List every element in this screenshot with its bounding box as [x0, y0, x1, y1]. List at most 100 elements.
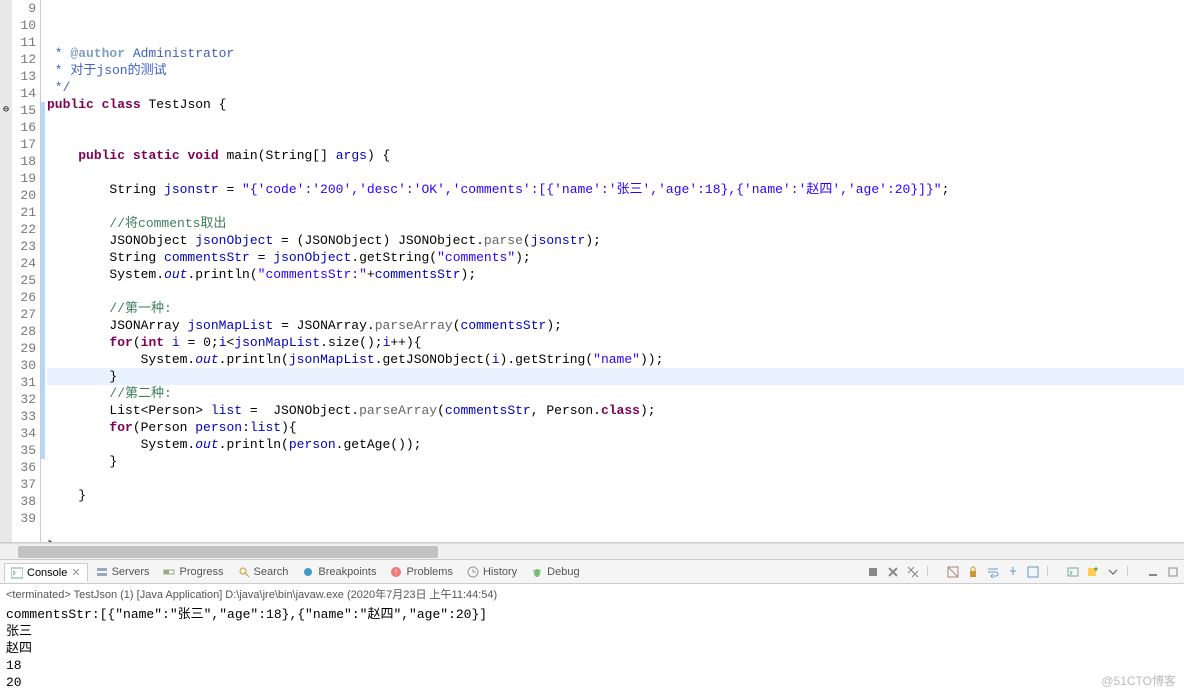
- console-icon: [11, 567, 23, 579]
- debug-icon: [531, 566, 543, 578]
- line-number: 27: [12, 306, 36, 323]
- tab-servers[interactable]: Servers: [90, 564, 156, 580]
- code-line[interactable]: [47, 521, 1184, 538]
- line-number: 24: [12, 255, 36, 272]
- code-line[interactable]: [47, 164, 1184, 181]
- close-icon[interactable]: ✕: [71, 566, 80, 579]
- scroll-lock-icon[interactable]: [966, 565, 980, 579]
- code-line[interactable]: * @author Administrator: [47, 45, 1184, 62]
- line-number: 30: [12, 357, 36, 374]
- code-line[interactable]: [47, 283, 1184, 300]
- minimize-icon[interactable]: [1146, 565, 1160, 579]
- servers-icon: [96, 566, 108, 578]
- code-line[interactable]: public class TestJson {: [47, 96, 1184, 113]
- line-number: 9: [12, 0, 36, 17]
- code-line[interactable]: System.out.println("commentsStr:"+commen…: [47, 266, 1184, 283]
- remove-launch-icon[interactable]: [866, 565, 880, 579]
- line-number: 28: [12, 323, 36, 340]
- remove-all2-icon[interactable]: [906, 565, 920, 579]
- line-number: 33: [12, 408, 36, 425]
- views-tabbar: Console ✕ Servers Progress Search Breakp…: [0, 560, 1184, 584]
- code-line[interactable]: //第一种:: [47, 300, 1184, 317]
- code-line[interactable]: [47, 198, 1184, 215]
- problems-icon: !: [390, 566, 402, 578]
- line-number: 37: [12, 476, 36, 493]
- tab-breakpoints-label: Breakpoints: [318, 566, 376, 578]
- code-line[interactable]: System.out.println(person.getAge());: [47, 436, 1184, 453]
- code-line[interactable]: JSONObject jsonObject = (JSONObject) JSO…: [47, 232, 1184, 249]
- tab-search[interactable]: Search: [232, 564, 295, 580]
- line-number: 23: [12, 238, 36, 255]
- code-line[interactable]: for(Person person:list){: [47, 419, 1184, 436]
- console-toolbar: | | |: [866, 565, 1180, 579]
- code-line[interactable]: JSONArray jsonMapList = JSONArray.parseA…: [47, 317, 1184, 334]
- tab-progress-label: Progress: [179, 566, 223, 578]
- tab-progress[interactable]: Progress: [157, 564, 229, 580]
- line-number: 25: [12, 272, 36, 289]
- line-number: 11: [12, 34, 36, 51]
- tab-problems-label: Problems: [406, 566, 452, 578]
- editor-gutter: ⊖ 91011121314151617181920212223242526272…: [0, 0, 41, 542]
- scrollbar-thumb[interactable]: [18, 546, 438, 558]
- line-number: 19: [12, 170, 36, 187]
- code-line[interactable]: System.out.println(jsonMapList.getJSONOb…: [47, 351, 1184, 368]
- tab-problems[interactable]: ! Problems: [384, 564, 458, 580]
- open-console-icon[interactable]: [1066, 565, 1080, 579]
- line-number: 20: [12, 187, 36, 204]
- tab-debug-label: Debug: [547, 566, 579, 578]
- line-number: 31: [12, 374, 36, 391]
- tab-history-label: History: [483, 566, 517, 578]
- code-line[interactable]: [47, 113, 1184, 130]
- code-line[interactable]: }: [47, 368, 1184, 385]
- tab-servers-label: Servers: [112, 566, 150, 578]
- code-line[interactable]: [47, 130, 1184, 147]
- line-number: 35: [12, 442, 36, 459]
- clear-console-icon[interactable]: [946, 565, 960, 579]
- console-launch-info: <terminated> TestJson (1) [Java Applicat…: [0, 584, 1184, 604]
- line-number: 14: [12, 85, 36, 102]
- code-line[interactable]: }: [47, 453, 1184, 470]
- code-area[interactable]: * @author Administrator * 对于json的测试 */pu…: [41, 0, 1184, 542]
- new-console-icon[interactable]: [1086, 565, 1100, 579]
- tab-debug[interactable]: Debug: [525, 564, 585, 580]
- line-number: 29: [12, 340, 36, 357]
- line-number: 16: [12, 119, 36, 136]
- line-number: 38: [12, 493, 36, 510]
- tab-breakpoints[interactable]: Breakpoints: [296, 564, 382, 580]
- code-line[interactable]: }: [47, 487, 1184, 504]
- code-line[interactable]: [47, 470, 1184, 487]
- line-number: 17: [12, 136, 36, 153]
- word-wrap-icon[interactable]: [986, 565, 1000, 579]
- remove-all-icon[interactable]: [886, 565, 900, 579]
- line-number: 36: [12, 459, 36, 476]
- display-selected-icon[interactable]: [1026, 565, 1040, 579]
- code-editor[interactable]: ⊖ 91011121314151617181920212223242526272…: [0, 0, 1184, 543]
- code-line[interactable]: [47, 504, 1184, 521]
- maximize-icon[interactable]: [1166, 565, 1180, 579]
- code-line[interactable]: //将comments取出: [47, 215, 1184, 232]
- search-icon: [238, 566, 250, 578]
- code-line[interactable]: String commentsStr = jsonObject.getStrin…: [47, 249, 1184, 266]
- line-number: 34: [12, 425, 36, 442]
- pin-console-icon[interactable]: [1006, 565, 1020, 579]
- chevron-down-icon[interactable]: [1106, 565, 1120, 579]
- tab-history[interactable]: History: [461, 564, 523, 580]
- tab-console[interactable]: Console ✕: [4, 563, 88, 582]
- code-line[interactable]: public static void main(String[] args) {: [47, 147, 1184, 164]
- history-icon: [467, 566, 479, 578]
- code-line[interactable]: for(int i = 0;i<jsonMapList.size();i++){: [47, 334, 1184, 351]
- horizontal-scrollbar[interactable]: [0, 543, 1184, 559]
- breakpoints-icon: [302, 566, 314, 578]
- code-line[interactable]: */: [47, 79, 1184, 96]
- line-number: 18: [12, 153, 36, 170]
- console-output[interactable]: commentsStr:[{"name":"张三","age":18},{"na…: [0, 604, 1184, 693]
- line-number: 10: [12, 17, 36, 34]
- line-number: 12: [12, 51, 36, 68]
- line-number: 22: [12, 221, 36, 238]
- line-number: 15: [12, 102, 36, 119]
- line-number: 32: [12, 391, 36, 408]
- code-line[interactable]: String jsonstr = "{'code':'200','desc':'…: [47, 181, 1184, 198]
- code-line[interactable]: List<Person> list = JSONObject.parseArra…: [47, 402, 1184, 419]
- code-line[interactable]: * 对于json的测试: [47, 62, 1184, 79]
- code-line[interactable]: //第二种:: [47, 385, 1184, 402]
